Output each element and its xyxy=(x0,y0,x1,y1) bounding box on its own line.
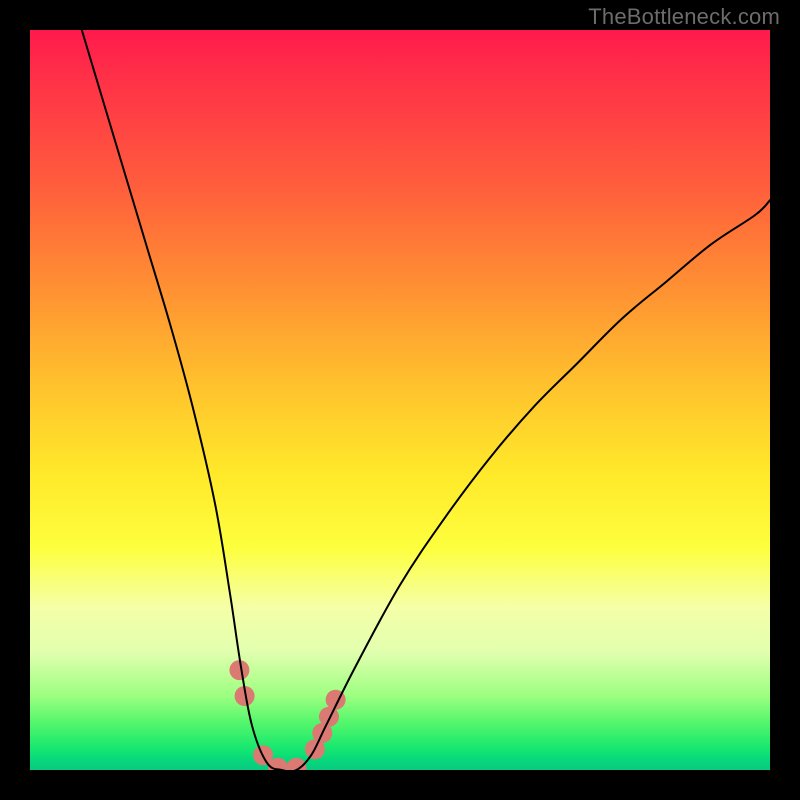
chart-svg xyxy=(30,30,770,770)
marker-point xyxy=(319,707,339,727)
curve-line xyxy=(82,30,770,770)
highlight-markers xyxy=(229,660,345,770)
plot-area xyxy=(30,30,770,770)
watermark-text: TheBottleneck.com xyxy=(588,4,780,30)
chart-frame: TheBottleneck.com xyxy=(0,0,800,800)
